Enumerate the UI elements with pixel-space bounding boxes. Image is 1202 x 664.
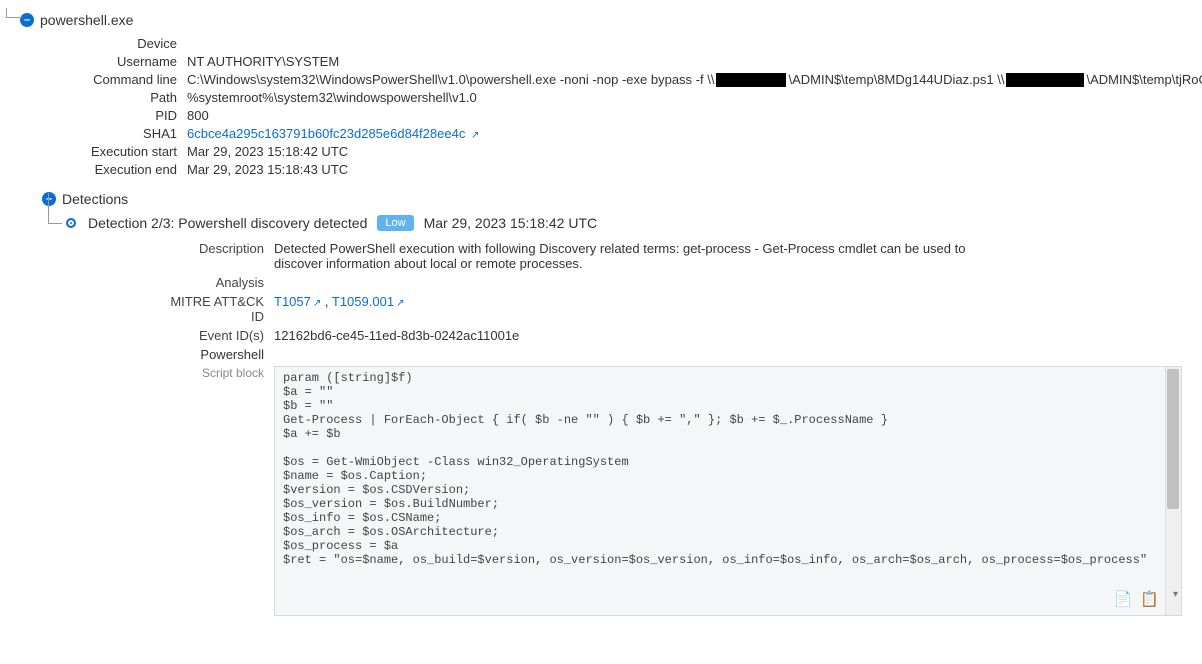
redacted-block: [716, 73, 786, 87]
script-block-code: param ([string]$f) $a = "" $b = "" Get-P…: [274, 366, 1182, 616]
detection-bullet-icon[interactable]: [64, 216, 78, 230]
field-value-exec-start: Mar 29, 2023 15:18:42 UTC: [187, 144, 1202, 159]
field-label-exec-start: Execution start: [42, 144, 187, 159]
field-label-analysis: Analysis: [164, 275, 274, 290]
external-link-icon[interactable]: ↗: [471, 130, 479, 141]
field-label-path: Path: [42, 90, 187, 105]
cmdline-segment: \ADMIN$\temp\tjRoG0vVn8OE.log: [1086, 72, 1202, 87]
field-value-analysis: [274, 275, 1182, 290]
field-label-username: Username: [42, 54, 187, 69]
field-value-commandline: C:\Windows\system32\WindowsPowerShell\v1…: [187, 72, 1202, 87]
collapse-icon[interactable]: [20, 13, 34, 27]
detection-title: Detection 2/3: Powershell discovery dete…: [88, 215, 367, 231]
detection-timestamp: Mar 29, 2023 15:18:42 UTC: [424, 215, 598, 231]
field-label-scriptblock: Script block: [164, 366, 274, 380]
severity-badge: Low: [377, 215, 413, 231]
field-label-pid: PID: [42, 108, 187, 123]
sha1-link[interactable]: 6cbce4a295c163791b60fc23d285e6d84f28ee4c: [187, 126, 465, 141]
cmdline-segment: \ADMIN$\temp\8MDg144UDiaz.ps1 \\: [788, 72, 1004, 87]
field-value-username: NT AUTHORITY\SYSTEM: [187, 54, 1202, 69]
separator: ,: [325, 294, 332, 309]
collapse-icon[interactable]: [42, 192, 56, 206]
field-label-mitre: MITRE ATT&CK ID: [164, 294, 274, 324]
detection-item: Detection 2/3: Powershell discovery dete…: [64, 215, 1182, 616]
external-link-icon[interactable]: ↗: [313, 298, 321, 309]
detections-title: Detections: [62, 191, 128, 207]
tree-node-process: powershell.exe Device Username NT AUTHOR…: [20, 10, 1182, 616]
field-label-sha1: SHA1: [42, 126, 187, 141]
mitre-link[interactable]: T1059.001: [332, 294, 394, 309]
field-value-pid: 800: [187, 108, 1202, 123]
process-name: powershell.exe: [40, 12, 133, 28]
mitre-link[interactable]: T1057: [274, 294, 311, 309]
field-label-device: Device: [42, 36, 187, 51]
scrollbar[interactable]: ▴ ▾: [1165, 367, 1181, 615]
field-label-exec-end: Execution end: [42, 162, 187, 177]
scrollbar-thumb[interactable]: [1167, 369, 1179, 509]
field-value-exec-end: Mar 29, 2023 15:18:43 UTC: [187, 162, 1202, 177]
field-value-mitre: T1057↗ , T1059.001↗: [274, 294, 1182, 324]
script-content: param ([string]$f) $a = "" $b = "" Get-P…: [275, 367, 1163, 615]
field-label-powershell: Powershell: [164, 347, 274, 362]
field-label-description: Description: [164, 241, 274, 271]
field-value-description: Detected PowerShell execution with follo…: [274, 241, 1014, 271]
detections-section: Detections Detection 2/3: Powershell dis…: [42, 189, 1182, 616]
field-label-commandline: Command line: [42, 72, 187, 87]
clipboard-icon[interactable]: 📋: [1140, 590, 1159, 609]
chevron-down-icon[interactable]: ▾: [1173, 589, 1178, 601]
field-label-eventid: Event ID(s): [164, 328, 274, 343]
field-value-device: [187, 36, 1202, 51]
external-link-icon[interactable]: ↗: [396, 298, 404, 309]
field-value-path: %systemroot%\system32\windowspowershell\…: [187, 90, 1202, 105]
field-value-sha1: 6cbce4a295c163791b60fc23d285e6d84f28ee4c…: [187, 126, 1202, 141]
copy-icon[interactable]: 📄: [1114, 590, 1133, 609]
process-details-grid: Device Username NT AUTHORITY\SYSTEM Comm…: [42, 36, 1182, 177]
detection-details-grid: Description Detected PowerShell executio…: [164, 241, 1182, 616]
redacted-block: [1006, 73, 1084, 87]
cmdline-segment: C:\Windows\system32\WindowsPowerShell\v1…: [187, 72, 714, 87]
field-value-eventid: 12162bd6-ce45-11ed-8d3b-0242ac11001e: [274, 328, 1182, 343]
